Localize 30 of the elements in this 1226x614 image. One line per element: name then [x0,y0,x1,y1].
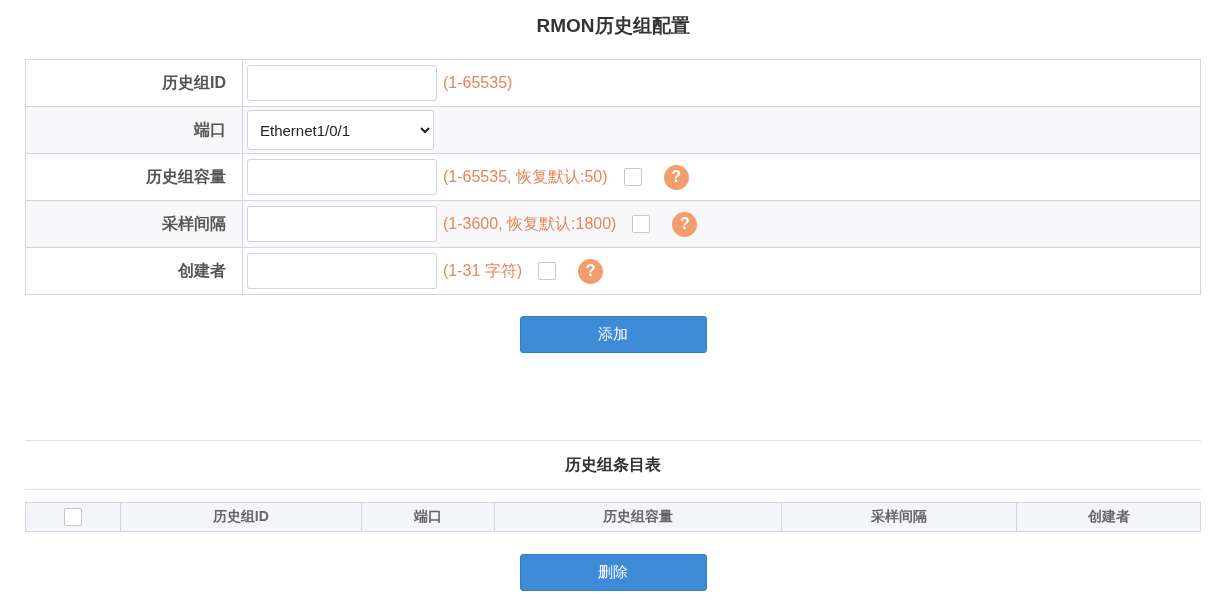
input-field[interactable] [247,159,437,195]
field-label: 创建者 [178,260,226,281]
select-all-checkbox[interactable] [63,508,82,527]
checkbox[interactable] [623,168,642,186]
column-header: 历史组ID [120,502,362,532]
help-icon[interactable]: ? [672,211,698,237]
input-field[interactable] [247,206,437,242]
field-label: 历史组容量 [146,166,226,187]
checkbox[interactable] [538,262,557,280]
help-icon[interactable]: ? [663,164,689,190]
input-field[interactable] [247,65,437,101]
delete-button[interactable]: 删除 [519,554,707,591]
input-field[interactable] [247,253,437,289]
column-header: 采样间隔 [781,502,1017,532]
column-header: 创建者 [1016,502,1201,532]
port-dropdown[interactable]: Ethernet1/0/1 [247,110,434,150]
range-hint: (1-65535) [443,74,513,92]
range-hint: (1-3600, 恢复默认:1800) [443,213,617,234]
help-icon[interactable]: ? [578,258,604,284]
checkbox[interactable] [632,215,651,233]
range-hint: (1-65535, 恢复默认:50) [443,166,608,187]
column-header: 历史组容量 [494,502,781,532]
field-label: 采样间隔 [162,213,226,234]
range-hint: (1-31 字符) [443,260,523,281]
column-header: 端口 [361,502,495,532]
section-title: 历史组条目表 [25,440,1201,490]
add-button[interactable]: 添加 [519,316,707,353]
field-label: 历史组ID [162,72,226,93]
field-label: 端口 [194,119,226,140]
page-title: RMON历史组配置 [535,14,691,38]
